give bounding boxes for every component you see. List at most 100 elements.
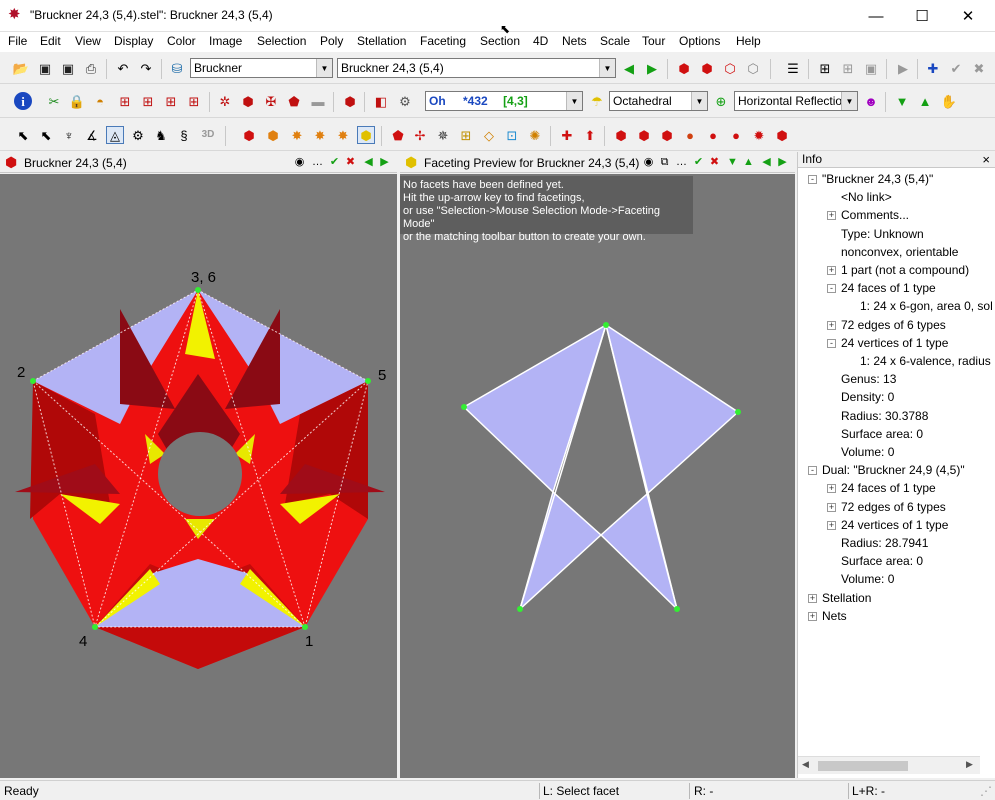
cube-dark-icon[interactable]: ◧ [372,92,390,110]
angle-icon[interactable]: ∡ [83,126,101,144]
tree-gray-icon[interactable]: ⊞ [839,59,857,77]
poly-3-icon[interactable]: ✸ [288,126,306,144]
chevron-down-icon[interactable]: ▼ [691,92,707,110]
prev-icon[interactable]: ◀ [362,156,375,169]
reflection-combo[interactable]: Horizontal Reflection ▼ [734,91,858,111]
model-combo[interactable]: Bruckner 24,3 (5,4) ▼ [337,58,616,78]
sphere-4-icon[interactable]: ● [681,126,699,144]
tree-item[interactable]: 24 vertices of 1 type [841,336,948,350]
play-gray-icon[interactable]: ▶ [894,59,912,77]
bar-icon[interactable]: ▬ [309,92,327,110]
menu-color[interactable]: Color [167,34,196,48]
undo-icon[interactable]: ↶ [114,59,132,77]
resize-grip-icon[interactable]: ⋰ [980,784,992,798]
menu-4d[interactable]: 4D [533,34,548,48]
reject-icon[interactable]: ✖ [708,156,721,169]
chevron-down-icon[interactable]: ▼ [599,59,615,77]
faceting-canvas[interactable] [400,174,795,778]
wheel-icon[interactable]: ✺ [526,126,544,144]
redo-icon[interactable]: ↷ [137,59,155,77]
polyhedron-canvas[interactable]: 3, 6 2 5 4 1 [0,174,397,778]
save-as-icon[interactable]: ▣ [59,59,77,77]
arrow-red-icon[interactable]: ⬆ [581,126,599,144]
tree-item[interactable]: Dual: "Bruckner 24,9 (4,5)" [822,463,965,477]
square-dot-icon[interactable]: ⊡ [503,126,521,144]
cross-red-icon[interactable]: ✚ [558,126,576,144]
collapse-icon[interactable]: - [827,338,836,348]
menu-faceting[interactable]: Faceting [420,34,466,48]
chevron-down-icon[interactable]: ▼ [841,92,857,110]
tree-item[interactable]: Volume: 0 [841,445,894,459]
sphere-8-icon[interactable]: ⬢ [773,126,791,144]
open-icon[interactable]: 📂 [12,59,30,77]
expand-icon[interactable]: + [827,502,836,512]
symmetry-type-combo[interactable]: Octahedral ▼ [609,91,708,111]
cube-red-icon[interactable]: ⬢ [698,59,716,77]
3d-icon[interactable]: 3D [199,126,217,144]
sphere-2-icon[interactable]: ⬢ [635,126,653,144]
collapse-icon[interactable]: - [827,284,836,294]
up-icon[interactable]: ▲ [742,156,755,169]
poly-selected-icon[interactable]: ⬢ [357,126,375,144]
tree-item[interactable]: Surface area: 0 [841,427,923,441]
tree-item[interactable]: 1: 24 x 6-valence, radius [860,354,991,368]
close-icon[interactable]: × [982,152,990,167]
vs-icon[interactable]: ▼ [893,92,911,110]
target-icon[interactable]: ◉ [293,156,306,169]
menu-image[interactable]: Image [209,34,242,48]
expand-icon[interactable]: + [827,520,836,530]
save-icon[interactable]: ▣ [36,59,54,77]
next-arrow-icon[interactable]: ▶ [643,59,661,77]
snowflake-icon[interactable]: ✲ [216,92,234,110]
chevron-down-icon[interactable]: ▼ [566,92,582,110]
previous-arrow-icon[interactable]: ◀ [620,59,638,77]
menu-scale[interactable]: Scale [600,34,630,48]
cross-boxes-icon[interactable]: ⊞ [457,126,475,144]
lock-icon[interactable]: 🔒 [68,92,86,110]
dome-icon[interactable]: ◓ [91,92,109,110]
spring-icon[interactable]: § [175,126,193,144]
poly-2-icon[interactable]: ⬢ [264,126,282,144]
faceting-preview-view[interactable] [400,174,795,778]
pentagon-icon[interactable]: ⬟ [285,92,303,110]
grid-dots-icon[interactable]: ⊞ [185,92,203,110]
tree-item[interactable]: 72 edges of 6 types [841,318,946,332]
grid-yellow-icon[interactable]: ⊞ [139,92,157,110]
collapse-icon[interactable]: - [808,466,817,476]
sphere-3-icon[interactable]: ⬢ [658,126,676,144]
tree-item[interactable]: Genus: 13 [841,372,896,386]
faceting-mode-icon[interactable]: ◬ [106,126,124,144]
polyhedron-view[interactable]: 3, 6 2 5 4 1 [0,174,397,778]
collapse-icon[interactable]: - [808,175,817,184]
cube-icon[interactable]: ⬢ [239,92,257,110]
add-icon[interactable]: ✚ [924,59,942,77]
tree-item[interactable]: Stellation [822,591,871,605]
tree-item[interactable]: Nets [822,609,847,623]
knot-icon[interactable]: ✠ [262,92,280,110]
copy-icon[interactable]: ⧉ [658,156,671,169]
reject-icon[interactable]: ✖ [344,156,357,169]
cube-outline-icon[interactable]: ⬡ [721,59,739,77]
sphere-1-icon[interactable]: ⬢ [612,126,630,144]
grid-red-icon[interactable]: ⊞ [116,92,134,110]
sphere-5-icon[interactable]: ● [704,126,722,144]
menu-view[interactable]: View [75,34,101,48]
chevron-down-icon[interactable]: ▼ [316,59,332,77]
poly-red-icon[interactable]: ⬢ [675,59,693,77]
menu-nets[interactable]: Nets [562,34,587,48]
accept-icon[interactable]: ✔ [328,156,341,169]
scroll-right-icon[interactable]: ▶ [966,759,973,770]
tree-item[interactable]: Surface area: 0 [841,554,923,568]
menu-section[interactable]: Section [480,34,520,48]
bust-icon[interactable]: ♞ [152,126,170,144]
close-button[interactable]: ✕ [945,0,991,32]
tree-item[interactable]: nonconvex, orientable [841,245,958,259]
pentagon-red-icon[interactable]: ⬟ [389,126,407,144]
prev-icon[interactable]: ◀ [760,156,773,169]
crosshair-icon[interactable]: ⊕ [712,92,730,110]
maximize-button[interactable]: ☐ [899,0,945,32]
tree-item[interactable]: <No link> [841,190,892,204]
menu-poly[interactable]: Poly [320,34,343,48]
print-icon[interactable]: ⎙ [82,59,100,77]
gear-icon[interactable]: ⚙ [129,126,147,144]
